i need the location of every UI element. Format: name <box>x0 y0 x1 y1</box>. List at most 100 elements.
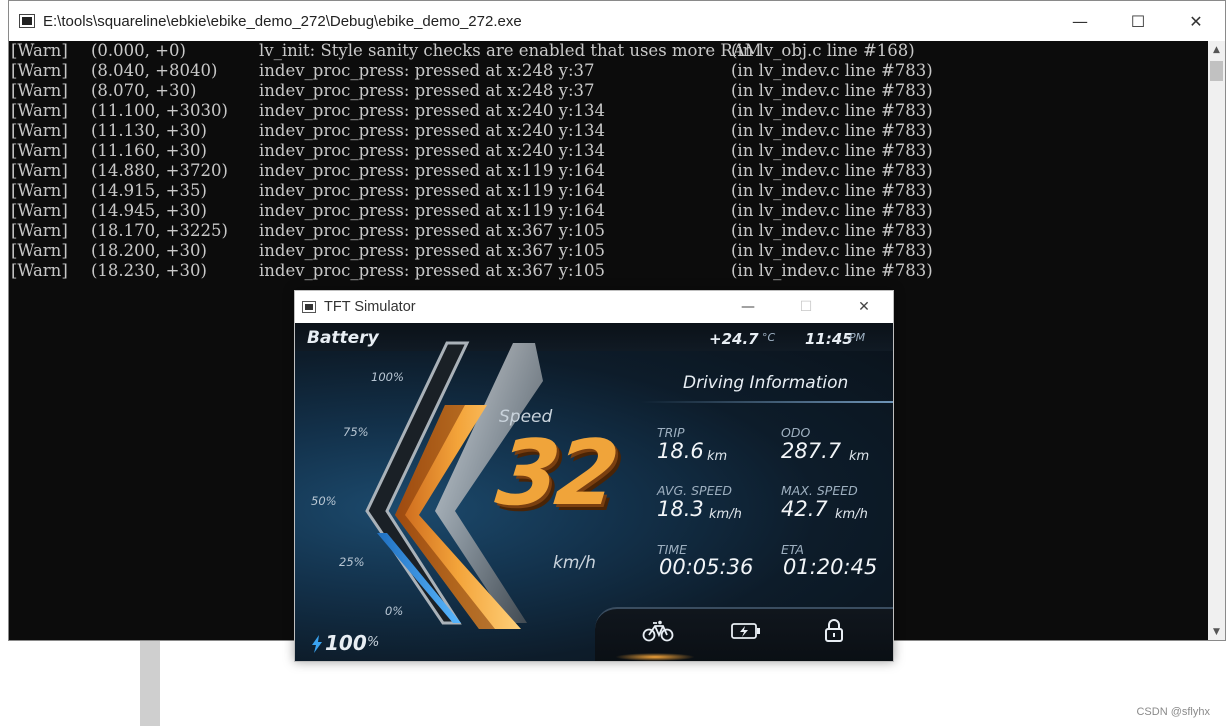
log-line: [Warn] (18.230, +30) indev_proc_press: pre… <box>9 261 1208 281</box>
odo-label: ODO <box>781 425 811 440</box>
log-timestamp: (8.040, +8040) <box>91 61 218 80</box>
log-location: (in lv_indev.c line #783) <box>731 221 933 240</box>
bicycle-icon[interactable] <box>641 617 675 645</box>
log-line: [Warn] (14.880, +3720) indev_proc_press: p… <box>9 161 1208 181</box>
log-message: lv_init: Style sanity checks are enabled… <box>259 41 762 60</box>
battery-percent-value: 100 <box>325 631 367 655</box>
log-line: [Warn] (11.130, +30) indev_proc_press: pre… <box>9 121 1208 141</box>
battery-percent-symbol: % <box>367 635 380 650</box>
log-line: [Warn] (18.200, +30) indev_proc_press: pre… <box>9 241 1208 261</box>
log-timestamp: (18.200, +30) <box>91 241 207 260</box>
log-level: [Warn] <box>11 261 68 280</box>
log-location: (in lv_indev.c line #783) <box>731 181 933 200</box>
lightning-icon <box>312 635 322 653</box>
close-button[interactable]: ✕ <box>1167 1 1225 41</box>
temperature-unit: °C <box>762 331 776 344</box>
avg-speed-unit: km/h <box>709 507 742 522</box>
log-message: indev_proc_press: pressed at x:367 y:105 <box>259 241 606 260</box>
speed-unit: km/h <box>553 553 596 573</box>
log-level: [Warn] <box>11 41 68 60</box>
log-level: [Warn] <box>11 181 68 200</box>
log-line: [Warn] (8.070, +30) indev_proc_press: pres… <box>9 81 1208 101</box>
avg-speed-label: AVG. SPEED <box>657 483 733 498</box>
log-timestamp: (11.100, +3030) <box>91 101 228 120</box>
speed-value: 32 <box>491 421 620 526</box>
console-title: E:\tools\squareline\ebkie\ebike_demo_272… <box>43 12 522 30</box>
log-location: (in lv_indev.c line #783) <box>731 201 933 220</box>
battery-scale-25: 25% <box>339 555 365 569</box>
max-speed-value: 42.7 <box>781 497 828 521</box>
active-nav-indicator <box>615 653 695 661</box>
log-timestamp: (18.230, +30) <box>91 261 207 280</box>
simulator-title: TFT Simulator <box>324 299 416 315</box>
log-location: (in lv_indev.c line #783) <box>731 241 933 260</box>
temperature-value: +24.7 <box>709 330 759 348</box>
log-line: [Warn] (11.100, +3030) indev_proc_press: p… <box>9 101 1208 121</box>
log-level: [Warn] <box>11 101 68 120</box>
simulator-maximize-button: ☐ <box>799 299 813 315</box>
background-page-edge <box>0 0 8 726</box>
log-timestamp: (14.880, +3720) <box>91 161 228 180</box>
simulator-window-controls: — ☐ ✕ <box>719 291 893 323</box>
scroll-down-arrow-icon[interactable]: ▼ <box>1208 623 1225 640</box>
odo-unit: km <box>849 449 870 464</box>
log-message: indev_proc_press: pressed at x:119 y:164 <box>259 161 606 180</box>
log-level: [Warn] <box>11 161 68 180</box>
trip-value: 18.6 <box>657 439 704 463</box>
maximize-button[interactable]: ☐ <box>1109 1 1167 41</box>
battery-charging-icon[interactable] <box>729 617 763 645</box>
log-message: indev_proc_press: pressed at x:119 y:164 <box>259 181 606 200</box>
scroll-thumb[interactable] <box>1210 61 1223 81</box>
lock-icon[interactable] <box>817 617 851 645</box>
trip-unit: km <box>707 449 728 464</box>
log-location: (in lv_indev.c line #783) <box>731 161 933 180</box>
ebike-dashboard: Battery +24.7 °C 11:45 PM Driving Inform… <box>295 323 893 661</box>
avg-speed-value: 18.3 <box>657 497 704 521</box>
max-speed-label: MAX. SPEED <box>781 483 858 498</box>
odo-value: 287.7 <box>781 439 842 463</box>
simulator-app-icon <box>302 301 316 313</box>
console-scrollbar[interactable]: ▲ ▼ <box>1208 41 1225 640</box>
log-message: indev_proc_press: pressed at x:367 y:105 <box>259 221 606 240</box>
console-window-controls: — ☐ ✕ <box>1051 1 1225 41</box>
clock-time: 11:45 <box>805 330 853 348</box>
log-location: (in lv_indev.c line #783) <box>731 61 933 80</box>
log-location: (in lv_obj.c line #168) <box>731 41 915 60</box>
battery-scale-0: 0% <box>385 604 404 618</box>
log-location: (in lv_indev.c line #783) <box>731 121 933 140</box>
max-speed-unit: km/h <box>835 507 868 522</box>
scroll-up-arrow-icon[interactable]: ▲ <box>1208 41 1225 58</box>
log-message: indev_proc_press: pressed at x:240 y:134 <box>259 121 606 140</box>
console-app-icon <box>19 14 35 28</box>
log-line: [Warn] (14.915, +35) indev_proc_press: pre… <box>9 181 1208 201</box>
clock-ampm: PM <box>849 331 866 344</box>
driving-info-divider <box>641 401 893 403</box>
log-line: [Warn] (18.170, +3225) indev_proc_press: p… <box>9 221 1208 241</box>
log-message: indev_proc_press: pressed at x:119 y:164 <box>259 201 606 220</box>
log-level: [Warn] <box>11 61 68 80</box>
console-titlebar[interactable]: E:\tools\squareline\ebkie\ebike_demo_272… <box>9 1 1225 41</box>
log-message: indev_proc_press: pressed at x:240 y:134 <box>259 101 606 120</box>
trip-label: TRIP <box>657 425 685 440</box>
log-level: [Warn] <box>11 241 68 260</box>
log-level: [Warn] <box>11 221 68 240</box>
simulator-titlebar[interactable]: TFT Simulator — ☐ ✕ <box>295 291 893 323</box>
log-level: [Warn] <box>11 81 68 100</box>
log-message: indev_proc_press: pressed at x:248 y:37 <box>259 81 595 100</box>
simulator-minimize-button[interactable]: — <box>719 291 777 323</box>
log-location: (in lv_indev.c line #783) <box>731 141 933 160</box>
battery-scale-75: 75% <box>343 425 369 439</box>
log-timestamp: (18.170, +3225) <box>91 221 228 240</box>
log-level: [Warn] <box>11 121 68 140</box>
log-location: (in lv_indev.c line #783) <box>731 101 933 120</box>
log-line: [Warn] (0.000, +0) lv_init: Style sanity c… <box>9 41 1208 61</box>
eta-value: 01:20:45 <box>783 555 878 579</box>
log-location: (in lv_indev.c line #783) <box>731 81 933 100</box>
log-level: [Warn] <box>11 141 68 160</box>
simulator-close-button[interactable]: ✕ <box>835 291 893 323</box>
log-timestamp: (14.945, +30) <box>91 201 207 220</box>
log-line: [Warn] (8.040, +8040) indev_proc_press: pr… <box>9 61 1208 81</box>
background-scroll-strip <box>140 640 160 726</box>
battery-scale-100: 100% <box>371 370 404 384</box>
minimize-button[interactable]: — <box>1051 1 1109 41</box>
